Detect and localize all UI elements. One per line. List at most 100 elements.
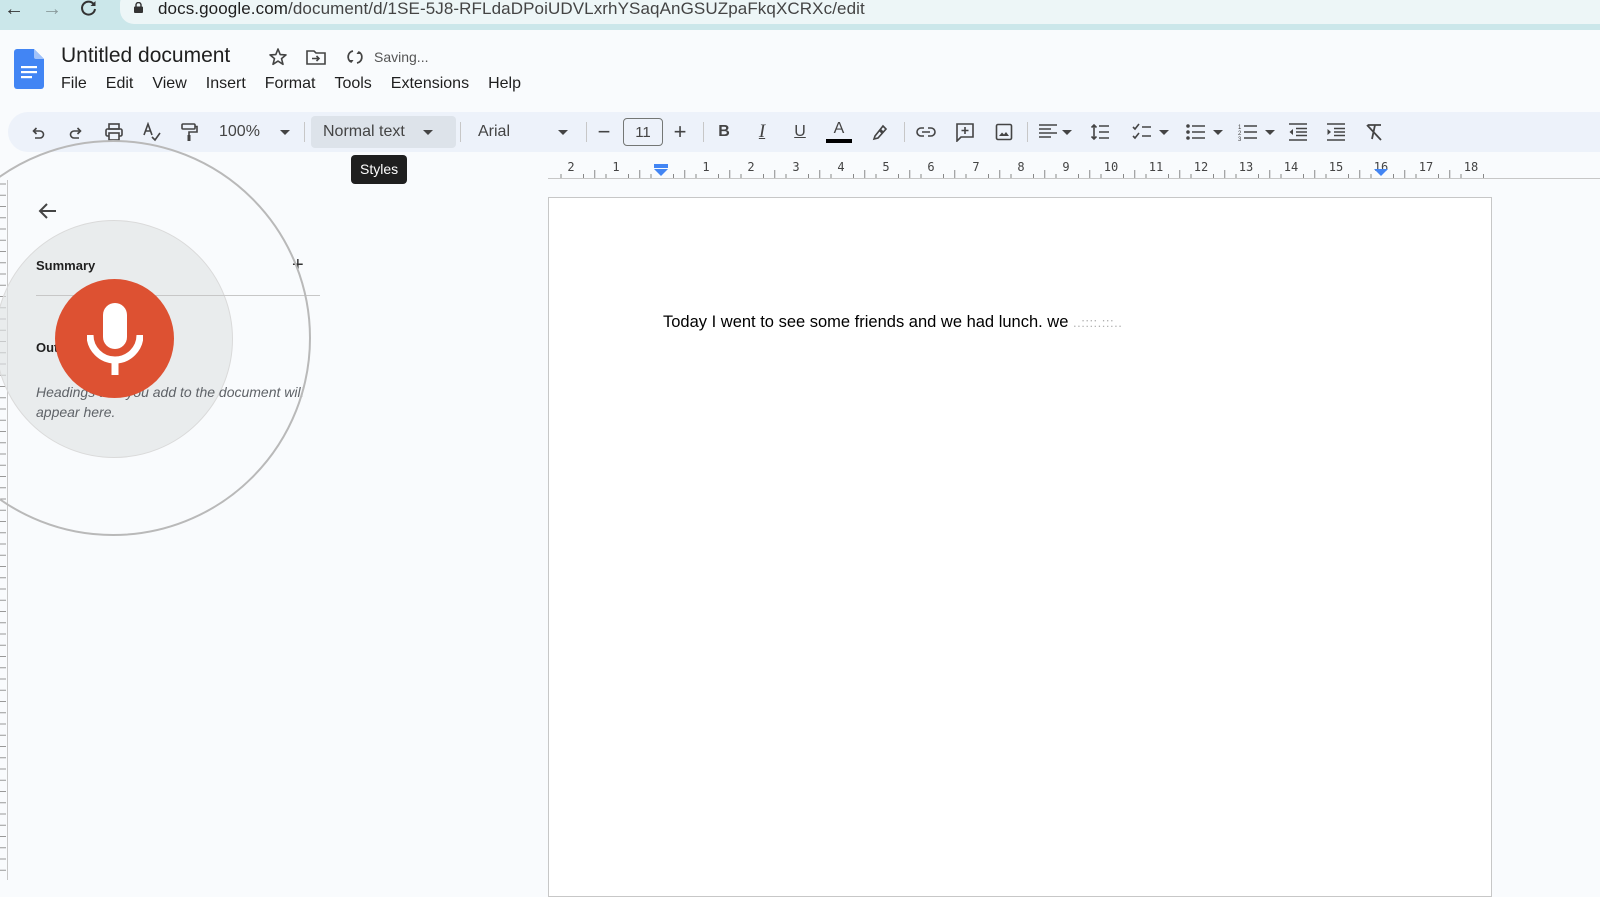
star-icon[interactable] — [267, 46, 289, 68]
insert-image-icon[interactable] — [993, 120, 1015, 144]
paint-format-icon[interactable] — [178, 120, 200, 144]
bold-icon[interactable]: B — [714, 120, 734, 144]
checklist-icon[interactable] — [1129, 120, 1171, 144]
left-indent-marker[interactable] — [654, 169, 668, 176]
increase-indent-icon[interactable] — [1325, 120, 1347, 144]
lock-icon — [134, 2, 143, 13]
toolbar-divider — [904, 122, 905, 142]
toolbar-divider — [460, 122, 461, 142]
spelling-grammar-icon[interactable] — [141, 120, 163, 144]
add-summary-button[interactable]: + — [292, 255, 304, 275]
add-comment-icon[interactable] — [954, 120, 976, 144]
ruler-label: 5 — [882, 160, 889, 174]
microphone-icon — [86, 302, 143, 375]
ruler-label: 4 — [837, 160, 844, 174]
menu-view[interactable]: View — [152, 75, 186, 93]
document-text: Today I went to see some friends and we … — [663, 313, 1073, 331]
ruler-scale: 2 1 1 2 3 4 5 6 7 8 9 10 11 12 13 14 15 16 17 18 — [560, 160, 1484, 178]
url-path: /document/d/1SE-5J8-RFLdaDPoiUDVLxrhYSaq… — [288, 0, 865, 18]
menu-edit[interactable]: Edit — [106, 75, 134, 93]
back-arrow-icon[interactable] — [36, 199, 60, 223]
italic-icon[interactable]: I — [752, 120, 772, 144]
address-bar[interactable]: docs.google.com/document/d/1SE-5J8-RFLda… — [120, 0, 1600, 24]
ruler-label: 10 — [1104, 160, 1118, 174]
align-icon[interactable] — [1038, 120, 1072, 144]
chevron-down-icon — [422, 129, 433, 135]
chevron-down-icon — [1158, 129, 1169, 135]
ruler-label: 1 — [702, 160, 709, 174]
ruler-label: 17 — [1419, 160, 1433, 174]
ruler-label: 7 — [972, 160, 979, 174]
menu-insert[interactable]: Insert — [206, 75, 246, 93]
document-page[interactable]: Today I went to see some friends and we … — [548, 197, 1492, 897]
ruler-label: 15 — [1329, 160, 1343, 174]
font-value: Arial — [478, 123, 511, 140]
undo-icon[interactable] — [28, 120, 48, 144]
toolbar-divider — [586, 122, 587, 142]
ruler-label: 2 — [567, 160, 574, 174]
url-text[interactable]: docs.google.com/document/d/1SE-5J8-RFLda… — [158, 0, 865, 19]
toolbar-divider — [1027, 122, 1028, 142]
clear-formatting-icon[interactable] — [1363, 120, 1385, 144]
move-to-folder-icon[interactable] — [305, 46, 327, 68]
menu-format[interactable]: Format — [265, 75, 316, 93]
ruler-baseline — [548, 178, 1600, 179]
ruler-label: 18 — [1464, 160, 1478, 174]
font-size-input[interactable]: 11 — [623, 118, 663, 146]
ruler-label: 1 — [612, 160, 619, 174]
menu-file[interactable]: File — [61, 75, 87, 93]
ruler-label: 3 — [792, 160, 799, 174]
toolbar: 100% Normal text Arial − 11 + B I U A 12… — [8, 112, 1600, 152]
document-title[interactable]: Untitled document — [61, 44, 230, 68]
numbered-list-icon[interactable]: 123 — [1235, 120, 1277, 144]
redo-icon[interactable] — [66, 120, 86, 144]
ruler-label: 12 — [1194, 160, 1208, 174]
chevron-down-icon — [558, 129, 569, 135]
ruler-label: 11 — [1149, 160, 1163, 174]
menu-extensions[interactable]: Extensions — [391, 75, 469, 93]
decrease-font-size-icon[interactable]: − — [594, 119, 614, 144]
horizontal-ruler[interactable]: 2 1 1 2 3 4 5 6 7 8 9 10 11 12 13 14 15 16 17 18 — [548, 158, 1600, 180]
paragraph-style-value: Normal text — [323, 123, 405, 140]
sync-icon — [347, 50, 363, 64]
ruler-label: 13 — [1239, 160, 1253, 174]
zoom-value: 100% — [219, 123, 260, 140]
first-line-indent-marker[interactable] — [654, 164, 668, 168]
insert-link-icon[interactable] — [915, 120, 937, 144]
increase-font-size-icon[interactable]: + — [670, 119, 690, 144]
text-color-icon[interactable]: A — [825, 120, 853, 144]
svg-text:3: 3 — [1238, 137, 1242, 141]
ruler-label: 8 — [1017, 160, 1024, 174]
menu-tools[interactable]: Tools — [334, 75, 371, 93]
summary-label: Summary — [36, 258, 96, 273]
browser-bar: ← → docs.google.com/document/d/1SE-5J8-R… — [0, 0, 1600, 30]
docs-logo[interactable] — [14, 49, 44, 89]
ruler-label: 14 — [1284, 160, 1298, 174]
menu-bar: File Edit View Insert Format Tools Exten… — [61, 75, 540, 93]
voice-typing-mic-button[interactable] — [55, 279, 174, 398]
decrease-indent-icon[interactable] — [1287, 120, 1309, 144]
document-body-text[interactable]: Today I went to see some friends and we … — [663, 313, 1122, 332]
back-icon[interactable]: ← — [4, 0, 24, 22]
chevron-down-icon — [1264, 129, 1275, 135]
ruler-label: 2 — [747, 160, 754, 174]
print-icon[interactable] — [103, 120, 125, 144]
ruler-label: 6 — [927, 160, 934, 174]
styles-tooltip: Styles — [351, 155, 408, 184]
menu-help[interactable]: Help — [488, 75, 521, 93]
ruler-label: 9 — [1062, 160, 1069, 174]
paragraph-style-select[interactable]: Normal text — [311, 116, 456, 148]
url-host: docs.google.com — [158, 0, 289, 18]
line-spacing-icon[interactable] — [1089, 120, 1111, 144]
reload-icon[interactable] — [80, 0, 98, 22]
font-select[interactable]: Arial — [478, 116, 578, 148]
chevron-down-icon — [279, 129, 290, 135]
zoom-select[interactable]: 100% — [219, 120, 299, 144]
save-status: Saving... — [374, 49, 429, 65]
outline-hint: Headings that you add to the document wi… — [36, 384, 304, 420]
voice-interim-text: ..::::.:::.. — [1073, 315, 1123, 330]
bulleted-list-icon[interactable] — [1183, 120, 1225, 144]
underline-icon[interactable]: U — [790, 120, 810, 144]
forward-icon[interactable]: → — [42, 0, 62, 22]
highlight-color-icon[interactable] — [869, 120, 891, 144]
